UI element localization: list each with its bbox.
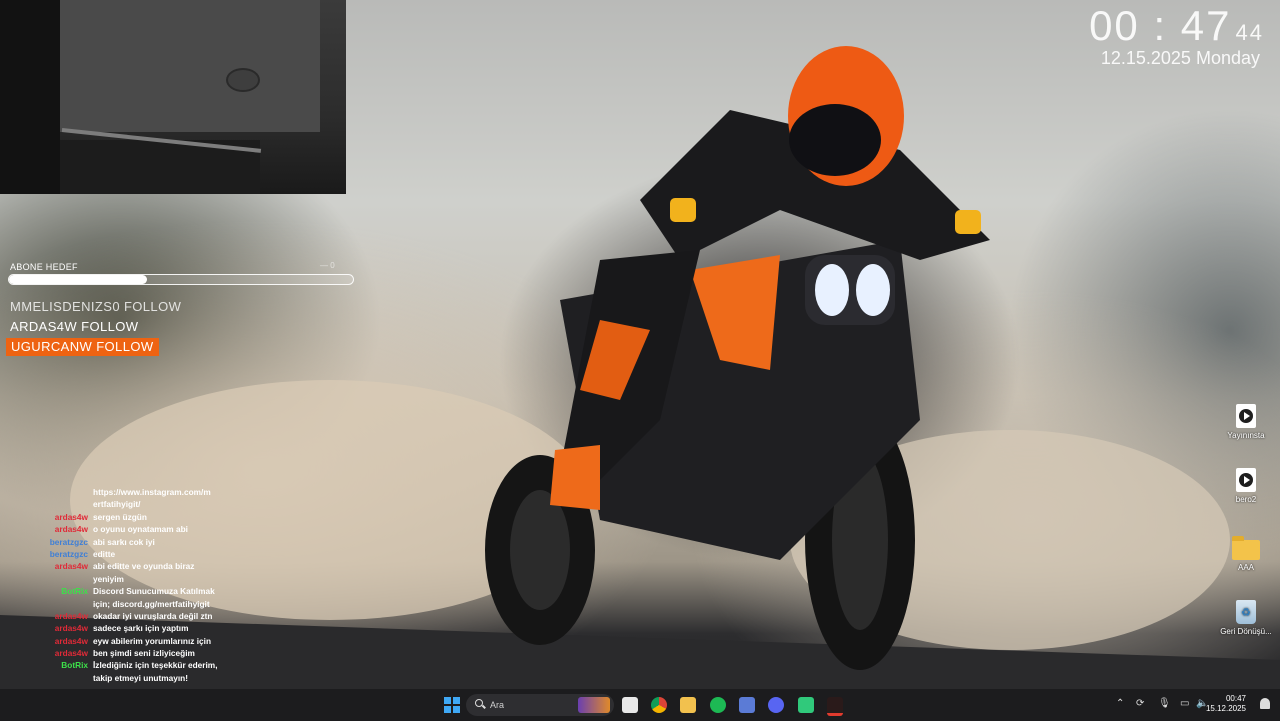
chat-text: yeniyim [93, 573, 124, 584]
chevron-up-icon[interactable]: ⌃ [1116, 698, 1124, 709]
chat-text: okadar iyi vuruşlarda değil ztn [93, 610, 213, 621]
desktop-icon-recycle-bin[interactable]: Geri Dönüşü... [1216, 600, 1276, 636]
chat-text: o oyunu oynatamam abi [93, 524, 188, 535]
desktop-icon-yayininsta[interactable]: Yayınınsta [1216, 404, 1276, 440]
webcam-shadow [0, 0, 60, 194]
chat-username: beratzgzc [49, 536, 88, 547]
clock-hours-minutes: 00 : 47 [1089, 2, 1232, 49]
chat-text: eyw abilerim yorumlarınız için [93, 635, 212, 646]
steam-icon[interactable] [739, 697, 755, 713]
taskbar: Ara ⌃ ⟳ 🎙 ▭ 🔈 00:47 15.12.2025 [0, 688, 1280, 721]
chat-message: beratzgzc abi sarkı cok iyi [0, 536, 240, 548]
search-icon [475, 699, 483, 707]
start-button[interactable] [440, 693, 464, 717]
taskbar-time: 00:47 [1225, 694, 1246, 703]
recycle-bin-icon [1236, 600, 1256, 624]
chat-message: ardas4w abi editte ve oyunda biraz [0, 560, 240, 572]
desktop-icon-label: Yayınınsta [1227, 431, 1265, 440]
chat-message: için; discord.gg/mertfatihyigit [0, 598, 240, 610]
taskbar-search[interactable]: Ara [466, 694, 614, 716]
sub-goal-count: — 0 [320, 261, 335, 270]
desktop-icon-aaa[interactable]: AAA [1216, 536, 1276, 572]
chat-text: Discord Sunucumuza Katılmak [93, 586, 215, 597]
file-explorer-icon[interactable] [680, 697, 696, 713]
chat-text: abi sarkı cok iyi [93, 536, 155, 547]
chat-text: editte [93, 548, 116, 559]
chat-username: ardas4w [54, 511, 88, 522]
video-file-icon [1236, 468, 1256, 492]
chat-text: sadece şarkı için yaptım [93, 623, 189, 634]
game-app-icon[interactable] [827, 697, 843, 716]
desktop-icon-bero2[interactable]: bero2 [1216, 468, 1276, 504]
chat-message: https://www.instagram.com/m [0, 486, 240, 498]
chat-message: ardas4w o oyunu oynatamam abi [0, 523, 240, 535]
chat-text: için; discord.gg/mertfatihyigit [93, 598, 210, 609]
chat-message: ertfatihyigit/ [0, 498, 240, 510]
chat-username: ardas4w [54, 623, 88, 634]
chat-message: takip etmeyi unutmayın! [0, 672, 240, 684]
chat-username: ardas4w [54, 610, 88, 621]
webcam-overlay [0, 0, 346, 194]
obs-app-icon[interactable] [798, 697, 814, 713]
task-view-icon[interactable] [622, 697, 638, 713]
chat-text: İzlediğiniz için teşekkür ederim, [93, 660, 218, 671]
chat-text: ben şimdi seni izliyiceğim [93, 648, 195, 659]
chat-username: ardas4w [54, 635, 88, 646]
search-highlight-icon [578, 697, 610, 713]
chat-text: sergen üzgün [93, 511, 147, 522]
chat-username: BotRix [61, 586, 88, 597]
chat-message: ardas4w ben şimdi seni izliyiceğim [0, 647, 240, 659]
chrome-icon[interactable] [651, 697, 667, 713]
chat-overlay: https://www.instagram.com/m ertfatihyigit… [0, 486, 240, 684]
webcam-ceiling [60, 0, 320, 132]
chat-message: ardas4w okadar iyi vuruşlarda değil ztn [0, 610, 240, 622]
chat-message: ardas4w sadece şarkı için yaptım [0, 622, 240, 634]
chat-message: BotRix İzlediğiniz için teşekkür ederim, [0, 659, 240, 671]
sub-goal-label: ABONE HEDEF [10, 262, 78, 272]
chat-username: ardas4w [54, 524, 88, 535]
clock-seconds: 44 [1235, 20, 1264, 45]
sync-icon[interactable]: ⟳ [1136, 698, 1144, 709]
discord-icon[interactable] [768, 697, 784, 713]
sub-goal-progress [8, 274, 354, 285]
clock-time: 00 : 47 44 [1089, 2, 1264, 50]
taskbar-clock[interactable]: 00:47 15.12.2025 [1206, 694, 1246, 714]
video-file-icon [1236, 404, 1256, 428]
chat-message: ardas4w sergen üzgün [0, 511, 240, 523]
chat-message: BotRix Discord Sunucumuza Katılmak [0, 585, 240, 597]
desktop-icon-label: bero2 [1235, 495, 1257, 504]
spotify-icon[interactable] [710, 697, 726, 713]
ceiling-light-icon [226, 68, 260, 92]
chat-message: beratzgzc editte [0, 548, 240, 560]
chat-username: ardas4w [54, 561, 88, 572]
chat-text: takip etmeyi unutmayın! [93, 672, 188, 683]
taskbar-date: 15.12.2025 [1205, 704, 1246, 713]
follow-alert: MMELISDENIZS0 FOLLOW [10, 299, 182, 314]
chat-username: BotRix [61, 660, 88, 671]
sub-goal-progress-fill [9, 275, 147, 284]
follow-alert-highlighted: UGURCANW FOLLOW [6, 338, 159, 356]
chat-text: https://www.instagram.com/m [93, 487, 211, 497]
chat-message: ardas4w eyw abilerim yorumlarınız için [0, 635, 240, 647]
chat-message: yeniyim [0, 573, 240, 585]
chat-username: ardas4w [54, 648, 88, 659]
chat-username: beratzgzc [49, 548, 88, 559]
desktop-icon-label: AAA [1237, 563, 1254, 572]
network-icon[interactable]: ▭ [1180, 698, 1189, 709]
windows-logo-icon [444, 697, 451, 704]
microphone-icon[interactable]: 🎙 [1158, 698, 1171, 709]
chat-text: ertfatihyigit/ [93, 499, 141, 510]
search-placeholder: Ara [490, 700, 505, 710]
chat-text: abi editte ve oyunda biraz [93, 561, 195, 572]
clock-date: 12.15.2025 Monday [1100, 48, 1260, 68]
follow-alert: ARDAS4W FOLLOW [10, 319, 139, 334]
desktop-icon-label: Geri Dönüşü... [1220, 627, 1272, 636]
notification-bell-icon[interactable] [1260, 698, 1270, 709]
folder-icon [1232, 536, 1260, 560]
